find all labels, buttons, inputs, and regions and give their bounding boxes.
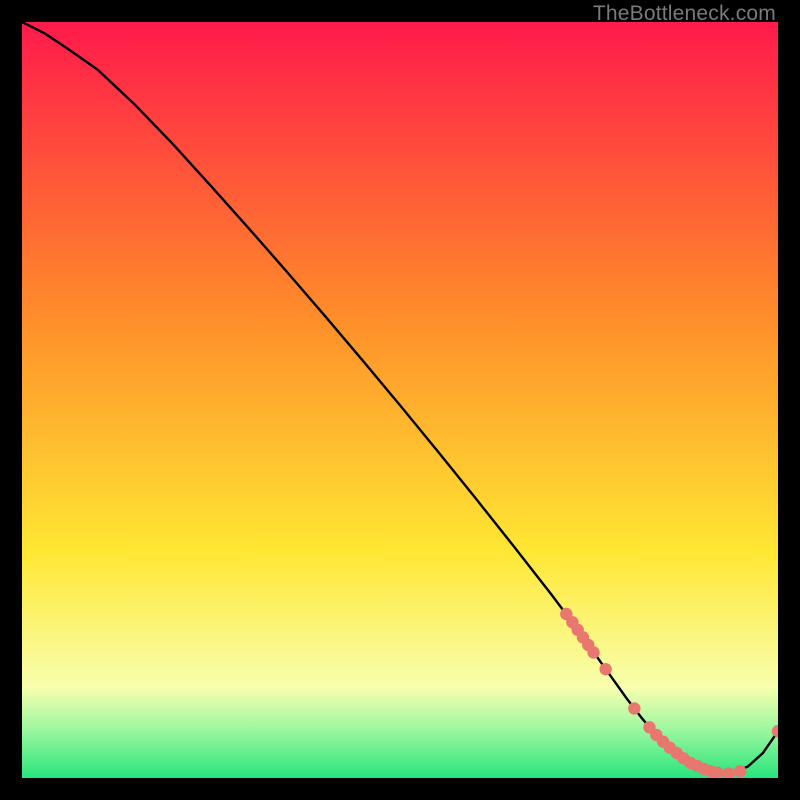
chart-svg <box>22 22 778 778</box>
chart-stage: TheBottleneck.com <box>0 0 800 800</box>
data-marker <box>628 702 640 714</box>
data-marker <box>772 725 778 737</box>
data-marker <box>723 767 735 778</box>
plot-area <box>22 22 778 778</box>
data-marker <box>599 663 611 675</box>
data-marker <box>734 765 746 777</box>
data-marker <box>587 646 599 658</box>
bottleneck-curve <box>22 22 778 773</box>
